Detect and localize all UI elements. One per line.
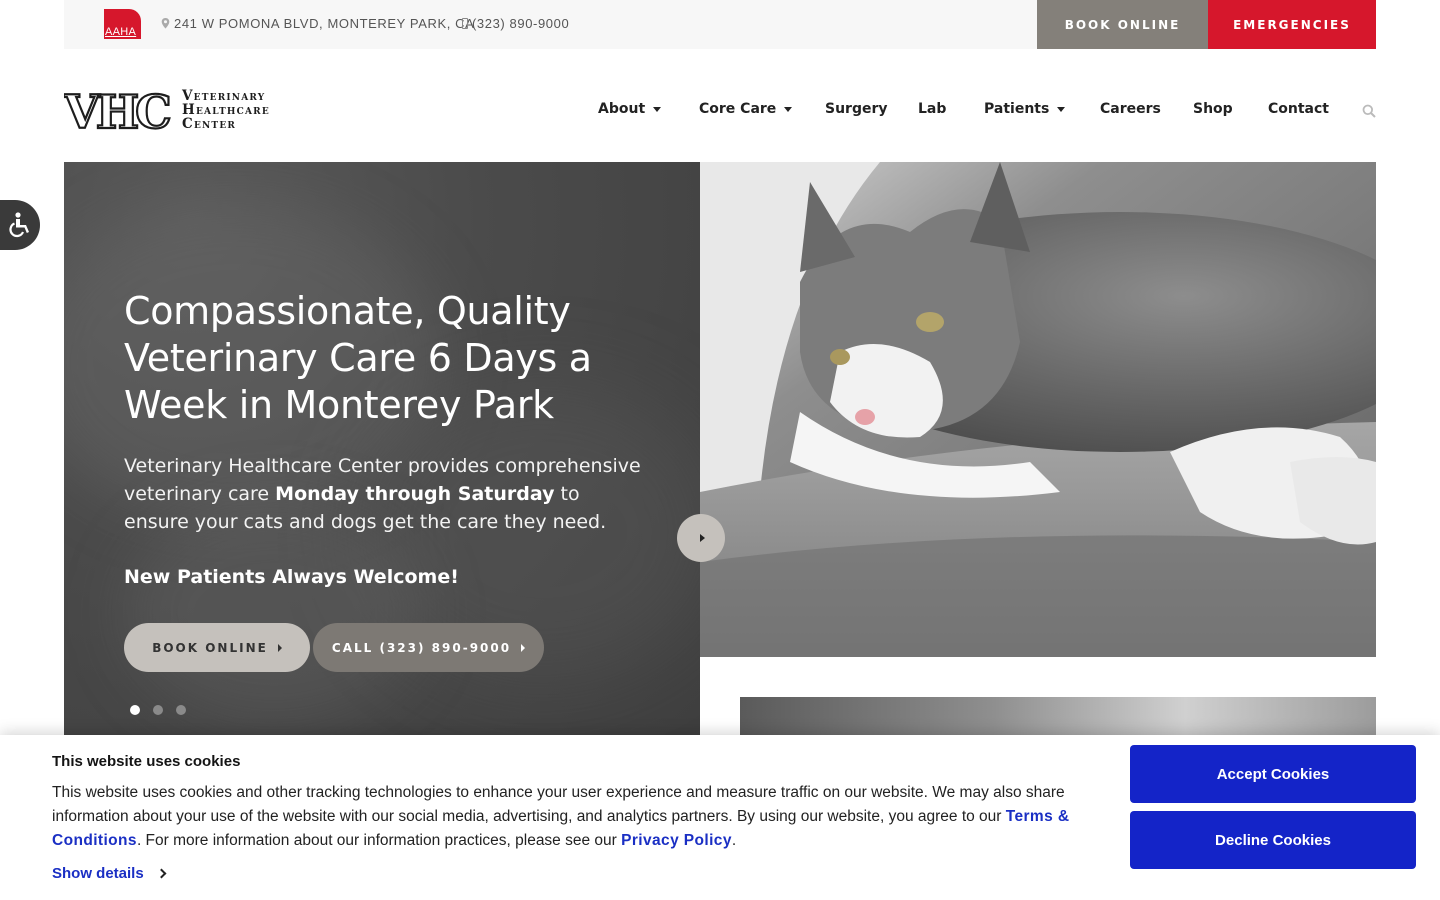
caret-down-icon — [784, 106, 793, 112]
cat-image — [700, 162, 1376, 657]
phone-icon — [462, 18, 468, 29]
nav-item-lab[interactable]: Lab — [918, 101, 946, 117]
search-icon[interactable] — [1362, 104, 1376, 118]
emergencies-button[interactable]: EMERGENCIES — [1208, 0, 1376, 49]
accessibility-icon — [9, 212, 29, 238]
map-pin-icon — [161, 18, 170, 29]
nav-item-patients[interactable]: Patients — [984, 101, 1066, 117]
address-text: 241 W POMONA BLVD, MONTEREY PARK, CA — [174, 16, 475, 31]
slider-dots — [130, 705, 186, 715]
slider-dot-1[interactable] — [130, 705, 140, 715]
hero-welcome: New Patients Always Welcome! — [124, 566, 459, 588]
cookie-banner: This website uses cookies This website u… — [0, 735, 1440, 900]
top-bar: AAHA 241 W POMONA BLVD, MONTEREY PARK, C… — [64, 0, 1376, 49]
aaha-label: AAHA — [105, 26, 137, 38]
cookie-text: This website uses cookies and other trac… — [52, 784, 1070, 849]
nav-item-about[interactable]: About — [598, 101, 662, 117]
nav-item-contact[interactable]: Contact — [1268, 101, 1329, 117]
main-nav: About Core Care Surgery Lab Patients Car… — [0, 101, 1440, 121]
nav-item-core-care[interactable]: Core Care — [699, 101, 793, 117]
cat-photo — [700, 162, 1376, 657]
privacy-link[interactable]: Privacy Policy — [621, 832, 732, 849]
chevron-right-icon — [156, 868, 167, 879]
slider-dot-2[interactable] — [153, 705, 163, 715]
hero-slide: Compassionate, Quality Veterinary Care 6… — [64, 162, 700, 762]
nav-item-surgery[interactable]: Surgery — [825, 101, 888, 117]
slider-next-button[interactable] — [677, 514, 725, 562]
caret-down-icon — [1057, 106, 1066, 112]
hero-title: Compassionate, Quality Veterinary Care 6… — [124, 289, 592, 427]
slider-dot-3[interactable] — [176, 705, 186, 715]
hero-description: Veterinary Healthcare Center provides co… — [124, 455, 641, 533]
hero-description-bold: Monday through Saturday — [275, 483, 555, 505]
accessibility-toggle[interactable] — [0, 200, 40, 250]
accept-cookies-button[interactable]: Accept Cookies — [1130, 745, 1416, 803]
aaha-badge[interactable]: AAHA — [104, 9, 141, 39]
phone-text: (323) 890-9000 — [472, 16, 570, 31]
decline-cookies-button[interactable]: Decline Cookies — [1130, 811, 1416, 869]
call-button[interactable]: CALL (323) 890-9000 — [313, 623, 544, 672]
show-details-toggle[interactable]: Show details — [52, 865, 167, 882]
book-online-top-button[interactable]: BOOK ONLINE — [1037, 0, 1208, 49]
phone-link[interactable]: (323) 890-9000 — [462, 16, 569, 31]
arrow-right-icon — [521, 643, 526, 652]
caret-down-icon — [653, 106, 662, 112]
arrow-right-icon — [699, 534, 705, 542]
nav-item-careers[interactable]: Careers — [1100, 101, 1161, 117]
address-link[interactable]: 241 W POMONA BLVD, MONTEREY PARK, CA — [161, 16, 474, 31]
book-online-button[interactable]: BOOK ONLINE — [124, 623, 310, 672]
arrow-right-icon — [277, 643, 282, 652]
cookie-title: This website uses cookies — [52, 753, 241, 770]
nav-item-shop[interactable]: Shop — [1193, 101, 1233, 117]
